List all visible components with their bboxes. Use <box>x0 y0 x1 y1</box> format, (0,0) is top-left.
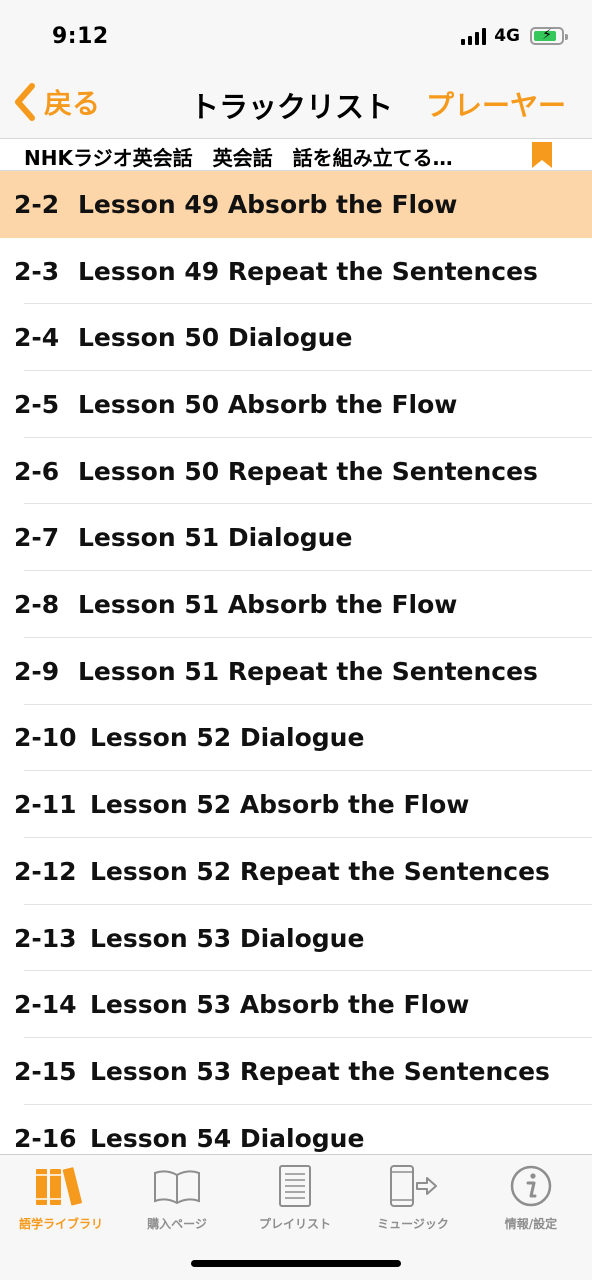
status-bar: 9:12 4G ⚡ <box>0 0 592 66</box>
track-row[interactable]: 2-14 Lesson 53 Absorb the Flow <box>0 971 592 1039</box>
track-title: Lesson 50 Absorb the Flow <box>78 389 458 419</box>
chevron-left-icon <box>15 83 35 121</box>
tab-label: 語学ライブラリ <box>18 1217 103 1231</box>
tab-library[interactable]: 語学ライブラリ <box>2 1163 120 1243</box>
track-number: 2-2 <box>14 189 60 219</box>
track-title: Lesson 51 Dialogue <box>78 523 353 553</box>
track-title: Lesson 53 Absorb the Flow <box>90 990 470 1020</box>
track-number: 2-8 <box>14 590 60 620</box>
tab-label: 情報/設定 <box>504 1217 558 1231</box>
back-button[interactable]: 戻る <box>12 82 100 122</box>
track-row[interactable]: 2-7 Lesson 51 Dialogue <box>0 505 592 572</box>
back-label: 戻る <box>44 87 101 120</box>
track-row[interactable]: 2-16 Lesson 54 Dialogue <box>0 1105 592 1154</box>
track-title: Lesson 53 Dialogue <box>90 923 365 953</box>
battery-icon: ⚡ <box>530 27 568 45</box>
open-book-icon <box>154 1170 200 1205</box>
track-number: 2-6 <box>14 456 60 486</box>
track-title: Lesson 50 Repeat the Sentences <box>78 456 538 486</box>
track-number: 2-12 <box>14 856 77 886</box>
track-row[interactable]: 2-2 Lesson 49 Absorb the Flow <box>0 171 592 238</box>
track-row[interactable]: 2-12 Lesson 52 Repeat the Sentences <box>0 838 592 905</box>
tab-label: プレイリスト <box>258 1217 331 1231</box>
tab-music[interactable]: ミュージック <box>354 1163 472 1243</box>
track-number: 2-9 <box>14 656 60 686</box>
track-title: Lesson 49 Repeat the Sentences <box>78 256 538 286</box>
track-number: 2-5 <box>14 389 60 419</box>
tab-playlist[interactable]: プレイリスト <box>236 1163 354 1243</box>
tab-label: ミュージック <box>377 1217 449 1231</box>
tab-purchase[interactable]: 購入ページ <box>118 1163 236 1243</box>
track-title: Lesson 52 Absorb the Flow <box>90 790 470 820</box>
player-button[interactable]: プレーヤー <box>426 84 566 124</box>
track-row[interactable]: 2-4 Lesson 50 Dialogue <box>0 304 592 372</box>
tab-settings[interactable]: 情報/設定 <box>472 1163 590 1243</box>
bookmark-icon[interactable] <box>532 142 552 168</box>
track-title: Lesson 51 Absorb the Flow <box>78 590 458 620</box>
playlist-document-icon <box>279 1165 311 1207</box>
track-number: 2-15 <box>14 1056 77 1086</box>
track-row[interactable]: 2-9 Lesson 51 Repeat the Sentences <box>0 638 592 705</box>
track-number: 2-13 <box>14 923 77 953</box>
signal-icon <box>461 27 487 45</box>
track-title: Lesson 49 Absorb the Flow <box>78 189 458 219</box>
track-row[interactable]: 2-15 Lesson 53 Repeat the Sentences <box>0 1038 592 1105</box>
home-indicator[interactable] <box>191 1260 401 1267</box>
charging-bolt-icon: ⚡ <box>542 27 552 43</box>
track-row[interactable]: 2-13 Lesson 53 Dialogue <box>0 905 592 972</box>
track-number: 2-11 <box>14 790 77 820</box>
track-title: Lesson 52 Dialogue <box>90 723 365 753</box>
track-number: 2-10 <box>14 723 77 753</box>
track-number: 2-14 <box>14 990 77 1020</box>
status-time: 9:12 <box>52 24 109 49</box>
track-row[interactable]: 2-10 Lesson 52 Dialogue <box>0 705 592 772</box>
album-header: NHKラジオ英会話 英会話 話を組み立てる… <box>0 138 592 171</box>
track-number: 2-4 <box>14 323 60 353</box>
track-title: Lesson 50 Dialogue <box>78 323 353 353</box>
network-type: 4G <box>494 26 520 46</box>
track-number: 2-16 <box>14 1123 77 1153</box>
track-row[interactable]: 2-5 Lesson 50 Absorb the Flow <box>0 371 592 438</box>
track-row[interactable]: 2-11 Lesson 52 Absorb the Flow <box>0 771 592 838</box>
info-icon <box>510 1165 552 1207</box>
library-books-icon <box>36 1167 82 1206</box>
album-title: NHKラジオ英会話 英会話 話を組み立てる… <box>24 146 453 170</box>
page-title: トラックリスト <box>190 90 394 124</box>
tab-label: 購入ページ <box>147 1217 207 1231</box>
track-title: Lesson 53 Repeat the Sentences <box>90 1056 550 1086</box>
track-title: Lesson 51 Repeat the Sentences <box>78 656 538 686</box>
nav-bar: 戻る トラックリスト プレーヤー <box>0 66 592 138</box>
status-indicators: 4G ⚡ <box>461 26 568 46</box>
phone-export-icon <box>390 1165 437 1207</box>
track-title: Lesson 54 Dialogue <box>90 1123 365 1153</box>
track-row[interactable]: 2-6 Lesson 50 Repeat the Sentences <box>0 438 592 505</box>
track-number: 2-7 <box>14 523 60 553</box>
track-row[interactable]: 2-8 Lesson 51 Absorb the Flow <box>0 571 592 638</box>
track-title: Lesson 52 Repeat the Sentences <box>90 856 550 886</box>
track-row[interactable]: 2-3 Lesson 49 Repeat the Sentences <box>0 238 592 305</box>
track-list: 2-2 Lesson 49 Absorb the Flow 2-3 Lesson 49… <box>0 171 592 1154</box>
track-number: 2-3 <box>14 256 60 286</box>
